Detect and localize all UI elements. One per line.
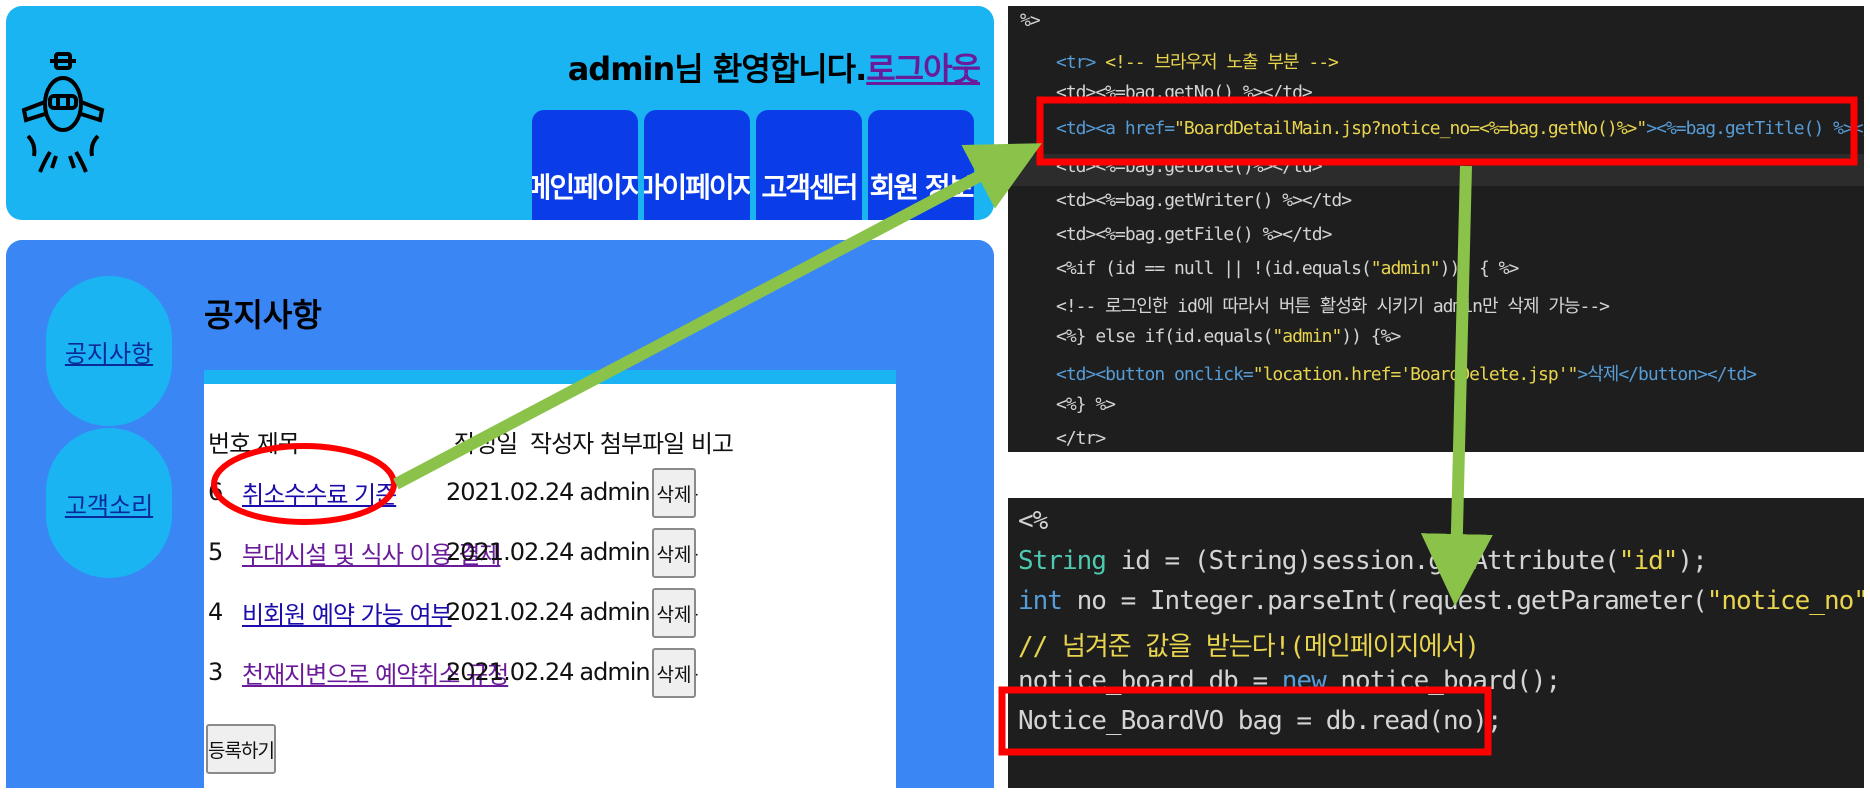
code-editor-bottom: <% String id = (String)session.getAttrib…	[1008, 498, 1864, 788]
code-token: <td><a href=	[1056, 118, 1175, 139]
sidebar-item-notice[interactable]: 공지사항	[46, 276, 172, 426]
code-keyword: int	[1018, 586, 1063, 616]
welcome-text: admin님 환영합니다.	[567, 50, 868, 88]
code-line: <td><%=bag.getWriter() %></td>	[1056, 190, 1352, 211]
code-token: )) {%>	[1341, 326, 1401, 347]
code-string: "notice_no"	[1706, 586, 1864, 616]
code-token: notice_board db =	[1018, 666, 1282, 696]
code-line: notice_board db = new notice_board();	[1018, 666, 1561, 696]
code-line: <%	[1018, 506, 1048, 536]
code-editor-top: %> <tr> <!-- 브라우저 노출 부분 --> <td><%=bag.g…	[1008, 6, 1864, 452]
code-token: <tr>	[1056, 52, 1096, 73]
nav-tab-support[interactable]: 고객센터	[756, 110, 862, 220]
nav-tab-mypage[interactable]: 마이페이지	[644, 110, 750, 220]
row-no: 5	[208, 538, 223, 566]
code-token: notice_board();	[1325, 666, 1561, 696]
code-token: ))) { %>	[1439, 258, 1520, 279]
row-writer: admin	[579, 658, 650, 686]
row-writer: admin	[579, 478, 650, 506]
code-token: no = Integer.parseInt(request.getParamet…	[1061, 586, 1708, 616]
code-string: "location.href='BoardDelete.jsp'"	[1252, 364, 1579, 385]
row-no: 6	[208, 478, 223, 506]
table-row: 4 비회원 예약 가능 여부 2021.02.24 admin 없음	[208, 588, 699, 636]
code-token: );	[1677, 546, 1707, 576]
main-nav: 메인페이지 마이페이지 고객센터 회원 정보	[532, 110, 974, 220]
col-no: 번호 제목	[208, 430, 300, 458]
code-token: <td><button onclick=	[1056, 364, 1254, 385]
delete-button[interactable]: 삭제	[652, 588, 696, 638]
code-line: <td><%=bag.getDate()%></td>	[1056, 156, 1323, 177]
code-string: "admin"	[1370, 258, 1441, 279]
code-line: <td><a href="BoardDetailMain.jsp?notice_…	[1056, 118, 1864, 139]
code-line: <td><button onclick="location.href='Boar…	[1056, 360, 1757, 386]
code-token: <%if (id == null || !(id.equals(	[1056, 258, 1372, 279]
row-date: 2021.02.24	[446, 658, 574, 686]
code-line: %>	[1020, 10, 1041, 31]
notice-board: 번호 제목 작성일 작성자 첨부파일 비고 6 취소수수료 기준 2021.02…	[204, 370, 896, 802]
delete-button[interactable]: 삭제	[652, 468, 696, 518]
row-title-link[interactable]: 천재지변으로 예약취소 규정	[242, 655, 509, 690]
code-line: <%if (id == null || !(id.equals("admin")…	[1056, 258, 1520, 279]
airplane-logo-icon	[21, 52, 105, 173]
sidebar-item-feedback[interactable]: 고객소리	[46, 428, 172, 578]
table-row: 6 취소수수료 기준 2021.02.24 admin 없음	[208, 468, 699, 516]
row-no: 3	[208, 658, 223, 686]
code-line: <td><%=bag.getNo() %></td>	[1056, 82, 1313, 103]
code-token: id = (String)session.getAttribute(	[1105, 546, 1620, 576]
register-button[interactable]: 등록하기	[206, 724, 276, 774]
code-comment: <!-- 브라우저 노출 부분 -->	[1095, 52, 1339, 73]
code-line: </tr>	[1056, 428, 1106, 449]
row-title-link[interactable]: 취소수수료 기준	[242, 475, 442, 510]
row-writer: admin	[579, 598, 650, 626]
code-comment: // 넘겨준 값을 받는다!(메인페이지에서)	[1018, 632, 1480, 662]
page-title: 공지사항	[204, 296, 322, 334]
code-keyword: new	[1281, 666, 1327, 696]
row-no: 4	[208, 598, 223, 626]
col-rest: 작성자 첨부파일 비고	[530, 430, 734, 458]
table-row: 5 부대시설 및 식사 이용 결제 2021.02.24 admin 없음	[208, 528, 699, 576]
row-title-link[interactable]: 비회원 예약 가능 여부	[242, 595, 453, 630]
code-comment: <!-- 로그인한 id에 따라서 버튼 활성화 시키기 admin만 삭제 가…	[1056, 296, 1610, 317]
delete-button[interactable]: 삭제	[652, 528, 696, 578]
row-title-link[interactable]: 부대시설 및 식사 이용 결제	[242, 535, 501, 570]
code-token: >삭제</button></td>	[1577, 364, 1757, 385]
row-date: 2021.02.24	[446, 598, 574, 626]
code-string: "id"	[1618, 546, 1679, 576]
table-header: 번호 제목 작성일 작성자 첨부파일 비고	[208, 424, 734, 459]
site-header: admin님 환영합니다.로그아웃 메인페이지 마이페이지 고객센터 회원 정보	[6, 6, 994, 220]
logout-link[interactable]: 로그아웃	[866, 50, 981, 88]
code-string: "admin"	[1272, 326, 1342, 347]
main-content: 공지사항 고객소리 공지사항 번호 제목 작성일 작성자 첨부파일 비고 6 취…	[6, 240, 994, 802]
code-string: "BoardDetailMain.jsp?notice_no=<%=bag.ge…	[1174, 118, 1647, 139]
code-line: String id = (String)session.getAttribute…	[1018, 546, 1708, 576]
row-writer: admin	[579, 538, 650, 566]
nav-tab-member-info[interactable]: 회원 정보	[868, 110, 974, 220]
code-token: ><%=bag.getTitle() %></a></td>	[1646, 118, 1864, 139]
row-date: 2021.02.24	[446, 478, 574, 506]
col-date: 작성일	[454, 430, 518, 458]
code-type: String	[1018, 546, 1107, 576]
code-line: <tr> <!-- 브라우저 노출 부분 -->	[1056, 48, 1339, 74]
table-row: 3 천재지변으로 예약취소 규정 2021.02.24 admin 없음	[208, 648, 699, 696]
row-date: 2021.02.24	[446, 538, 574, 566]
nav-tab-main[interactable]: 메인페이지	[532, 110, 638, 220]
delete-button[interactable]: 삭제	[652, 648, 696, 698]
welcome-message: admin님 환영합니다.로그아웃	[567, 44, 981, 90]
code-line: Notice_BoardVO bag = db.read(no);	[1018, 706, 1503, 736]
code-line: <%} else if(id.equals("admin")) {%>	[1056, 326, 1401, 347]
code-token: <%} else if(id.equals(	[1056, 326, 1273, 347]
code-line: <%} %>	[1056, 394, 1116, 415]
code-line: <td><%=bag.getFile() %></td>	[1056, 224, 1332, 245]
code-line: int no = Integer.parseInt(request.getPar…	[1018, 586, 1864, 616]
